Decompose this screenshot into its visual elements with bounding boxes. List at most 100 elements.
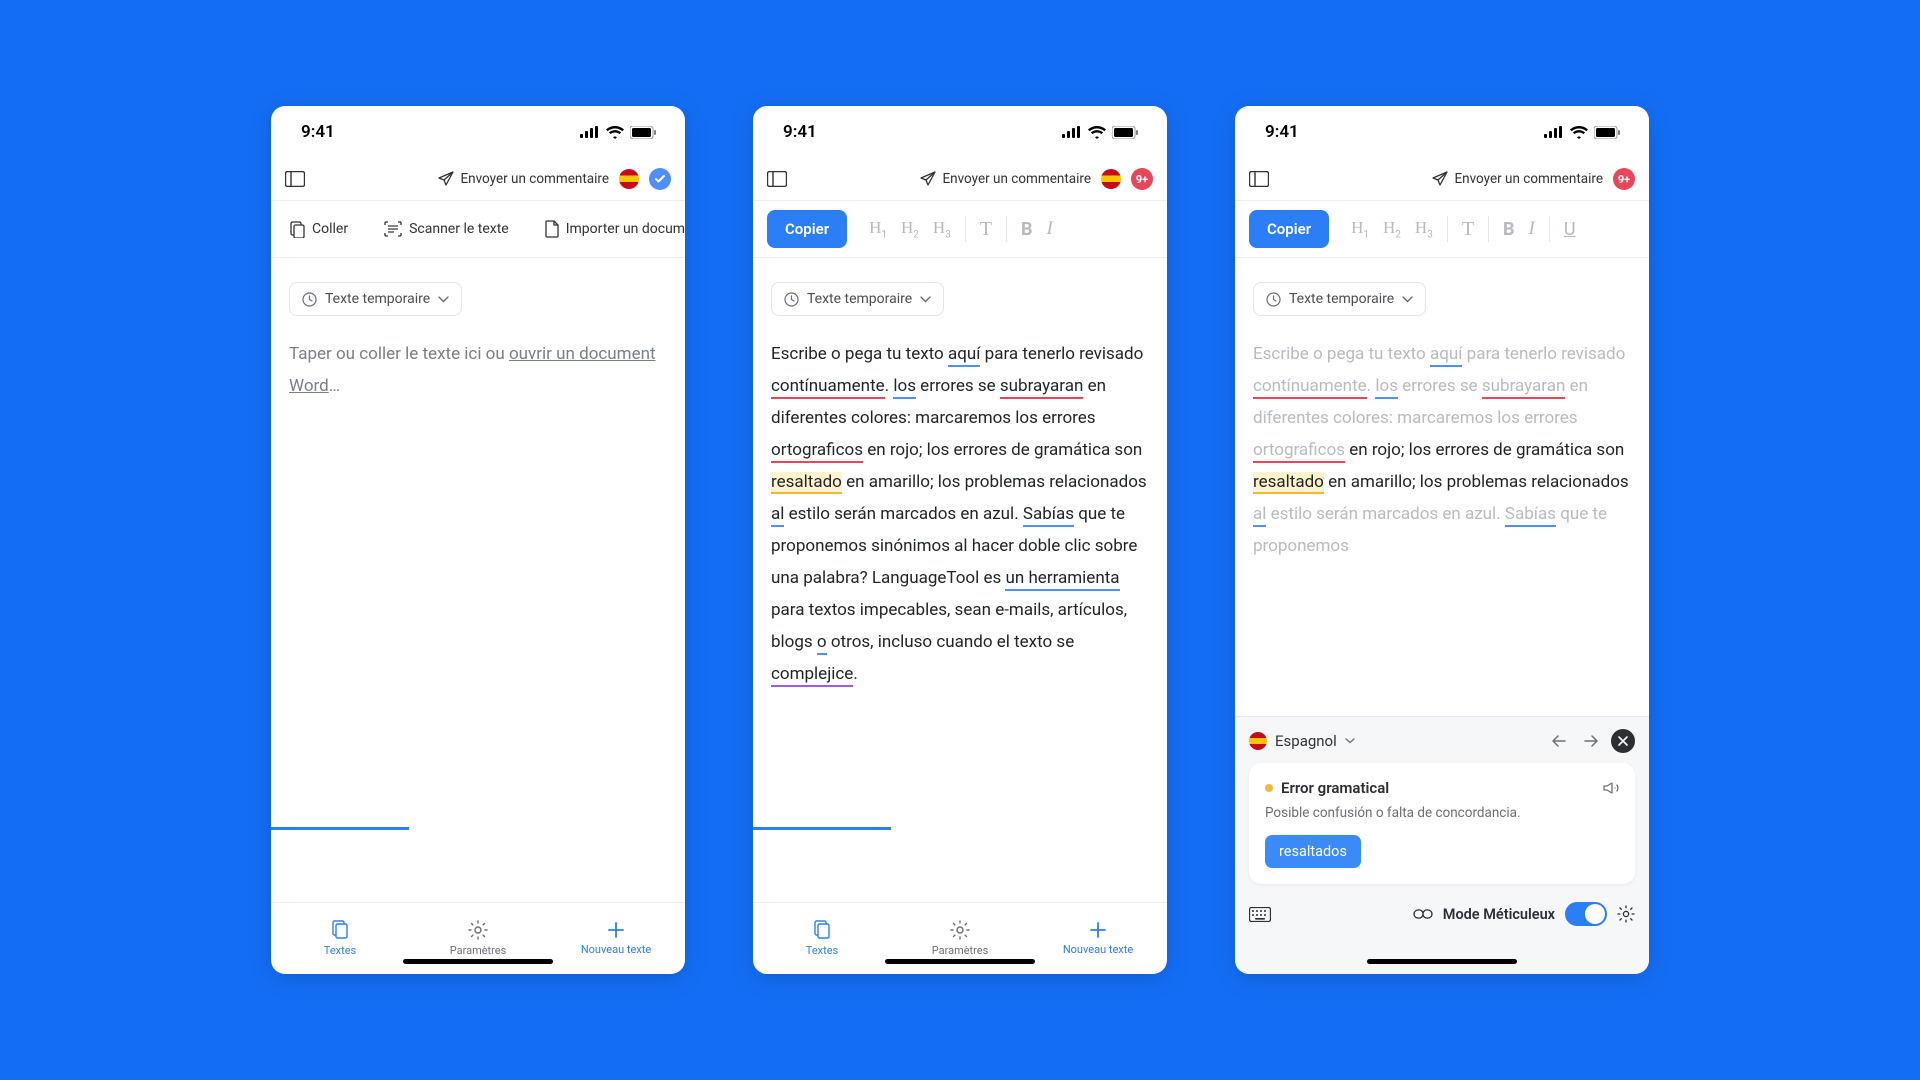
heading2-button[interactable]: H2 — [901, 218, 919, 240]
status-time: 9:41 — [301, 122, 335, 142]
picky-mode-toggle[interactable] — [1565, 902, 1607, 926]
feedback-label: Envoyer un commentaire — [460, 171, 609, 187]
heading1-button[interactable]: H1 — [1351, 218, 1369, 240]
battery-icon — [630, 126, 657, 139]
format-group: H1 H2 H3 T B I U — [1351, 216, 1575, 242]
error-los[interactable]: los — [893, 376, 916, 399]
infinity-icon — [1413, 909, 1433, 919]
clock-icon — [784, 292, 799, 307]
plus-icon — [607, 921, 625, 939]
editor-placeholder[interactable]: Taper ou coller le texte ici ou ouvrir u… — [289, 338, 667, 402]
prev-error-button[interactable] — [1547, 729, 1571, 753]
home-indicator — [1367, 959, 1517, 964]
send-icon — [920, 171, 936, 187]
feedback-link[interactable]: Envoyer un commentaire — [1432, 171, 1603, 187]
app-header: Envoyer un commentaire 9+ — [1235, 158, 1649, 200]
scan-icon — [384, 221, 402, 237]
heading3-button[interactable]: H3 — [933, 218, 951, 240]
scan-button[interactable]: Scanner le texte — [380, 215, 513, 243]
text-style-button[interactable]: T — [1462, 218, 1474, 241]
error-sabias[interactable]: Sabías — [1023, 504, 1074, 527]
sidebar-icon[interactable] — [767, 171, 787, 187]
home-indicator — [403, 959, 553, 964]
error-al[interactable]: al — [771, 504, 784, 527]
feedback-label: Envoyer un commentaire — [1454, 171, 1603, 187]
document-title-chip[interactable]: Texte temporaire — [289, 282, 462, 316]
heading2-button[interactable]: H2 — [1383, 218, 1401, 240]
nav-texts[interactable]: Textes — [271, 903, 409, 974]
error-herramienta[interactable]: un herramienta — [1005, 568, 1119, 591]
error-card: Error gramatical Posible confusión o fal… — [1249, 763, 1635, 884]
sidebar-icon[interactable] — [1249, 171, 1269, 187]
signal-icon — [1062, 126, 1082, 138]
nav-new-text[interactable]: Nouveau texte — [547, 903, 685, 974]
paste-button[interactable]: Coller — [285, 214, 352, 244]
sidebar-icon[interactable] — [285, 171, 305, 187]
error-aqui[interactable]: aquí — [948, 344, 981, 367]
panel-flag-icon — [1249, 732, 1267, 750]
document-title-chip[interactable]: Texte temporaire — [1253, 282, 1426, 316]
copy-button[interactable]: Copier — [1249, 210, 1329, 248]
gear-icon — [468, 920, 488, 940]
feedback-link[interactable]: Envoyer un commentaire — [438, 171, 609, 187]
chevron-down-icon — [920, 296, 931, 303]
underline-button[interactable]: U — [1564, 219, 1576, 240]
panel-language[interactable]: Espagnol — [1275, 732, 1337, 750]
error-title: Error gramatical — [1281, 779, 1389, 797]
documents-icon — [813, 920, 831, 940]
close-panel-button[interactable] — [1611, 729, 1635, 753]
heading3-button[interactable]: H3 — [1415, 218, 1433, 240]
error-o[interactable]: o — [817, 632, 827, 655]
format-group: H1 H2 H3 T B I — [869, 216, 1053, 242]
picky-mode-label: Mode Méticuleux — [1443, 906, 1555, 923]
next-error-button[interactable] — [1579, 729, 1603, 753]
bold-button[interactable]: B — [1021, 219, 1033, 240]
italic-button[interactable]: I — [1529, 218, 1535, 240]
keyboard-icon[interactable] — [1249, 907, 1271, 922]
italic-button[interactable]: I — [1047, 218, 1053, 240]
status-check-badge[interactable] — [649, 168, 671, 190]
copy-button[interactable]: Copier — [767, 210, 847, 248]
nav-texts[interactable]: Textes — [753, 903, 891, 974]
gear-icon — [950, 920, 970, 940]
error-count-badge[interactable]: 9+ — [1613, 168, 1635, 190]
error-ortograficos[interactable]: ortograficos — [771, 440, 863, 463]
megaphone-icon[interactable] — [1603, 781, 1619, 796]
feedback-label: Envoyer un commentaire — [942, 171, 1091, 187]
document-title-chip[interactable]: Texte temporaire — [771, 282, 944, 316]
gear-icon[interactable] — [1617, 905, 1635, 923]
bold-button[interactable]: B — [1503, 219, 1515, 240]
error-continuamente[interactable]: contínuamente — [771, 376, 885, 399]
status-bar: 9:41 — [271, 106, 685, 158]
error-resaltado-selected[interactable]: resaltado — [1253, 472, 1324, 494]
import-button[interactable]: Importer un document — [541, 214, 685, 244]
error-complejice[interactable]: complejice — [771, 664, 853, 687]
editor-text[interactable]: Escribe o pega tu texto aquí para tenerl… — [771, 338, 1149, 690]
clock-icon — [1266, 292, 1281, 307]
format-toolbar: Copier H1 H2 H3 T B I U — [1235, 200, 1649, 258]
editor-area[interactable]: Texte temporaire Escribe o pega tu texto… — [753, 258, 1167, 902]
feedback-link[interactable]: Envoyer un commentaire — [920, 171, 1091, 187]
error-subrayaran[interactable]: subrayaran — [1000, 376, 1083, 399]
signal-icon — [580, 126, 600, 138]
status-bar: 9:41 — [753, 106, 1167, 158]
status-icons — [580, 126, 657, 139]
wifi-icon — [606, 126, 624, 139]
language-flag-icon[interactable] — [619, 169, 639, 189]
error-resaltado[interactable]: resaltado — [771, 472, 842, 494]
error-count-badge[interactable]: 9+ — [1131, 168, 1153, 190]
nav-new-text[interactable]: Nouveau texte — [1029, 903, 1167, 974]
chevron-down-icon[interactable] — [1345, 738, 1355, 744]
chevron-down-icon — [1402, 296, 1413, 303]
language-flag-icon[interactable] — [1101, 169, 1121, 189]
heading1-button[interactable]: H1 — [869, 218, 887, 240]
phone-screen-3: 9:41 Envoyer un commentaire 9+ Copier H1… — [1235, 106, 1649, 974]
wifi-icon — [1570, 126, 1588, 139]
wifi-icon — [1088, 126, 1106, 139]
documents-icon — [331, 920, 349, 940]
editor-text-dimmed[interactable]: Escribe o pega tu texto aquí para tenerl… — [1253, 338, 1631, 562]
text-style-button[interactable]: T — [980, 218, 992, 241]
editor-area[interactable]: Texte temporaire Taper ou coller le text… — [271, 258, 685, 902]
home-indicator — [885, 959, 1035, 964]
suggestion-button[interactable]: resaltados — [1265, 835, 1361, 868]
